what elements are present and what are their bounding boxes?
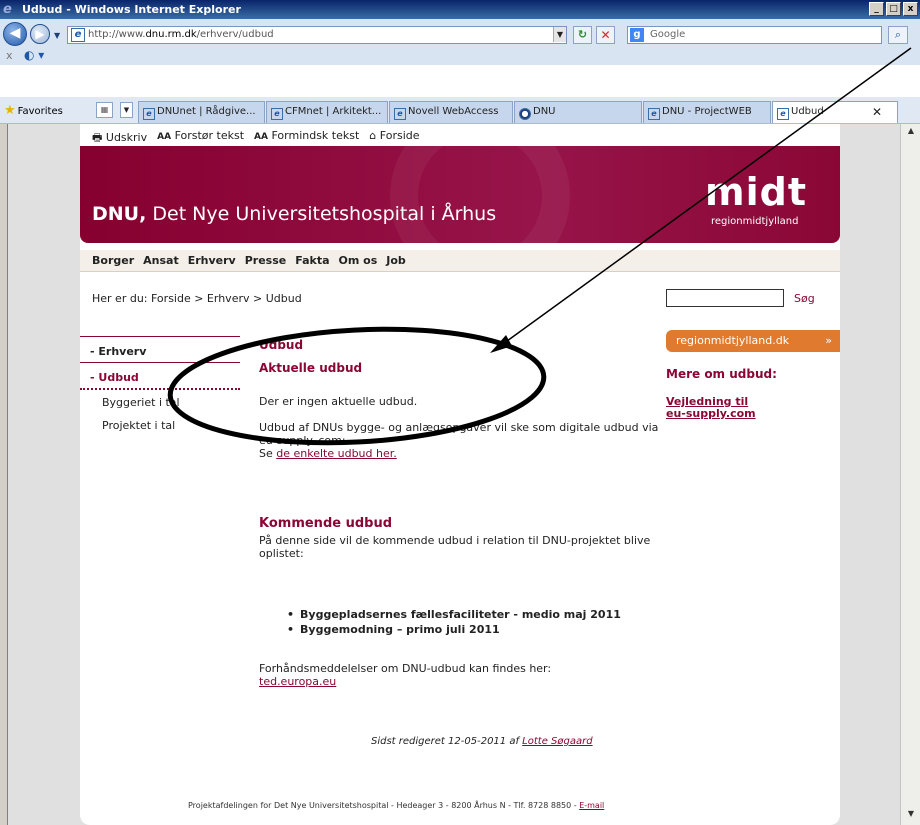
breadcrumb[interactable]: Her er du: Forside > Erhverv > Udbud bbox=[92, 292, 302, 305]
more-heading: Mere om udbud: bbox=[666, 367, 777, 381]
web-search-input[interactable]: g Google bbox=[627, 26, 882, 44]
footer: Projektafdelingen for Det Nye Universite… bbox=[188, 801, 605, 810]
refresh-button[interactable]: ↻ bbox=[573, 26, 592, 44]
email-link[interactable]: E-mail bbox=[579, 801, 604, 810]
see-line: Se de enkelte udbud her. bbox=[259, 447, 397, 460]
ie-tab-icon: e bbox=[143, 108, 155, 120]
eu-supply-text: Udbud af DNUs bygge- og anlægsopgaver vi… bbox=[259, 421, 659, 447]
no-current-text: Der er ingen aktuelle udbud. bbox=[259, 395, 418, 408]
region-logo-subtitle: regionmidtjylland bbox=[711, 216, 799, 227]
url-input[interactable]: e http://www.dnu.rm.dk/erhverv/udbud bbox=[67, 26, 567, 44]
site-banner: DNU, Det Nye Universitetshospital i Århu… bbox=[80, 146, 840, 243]
window-frame bbox=[0, 124, 8, 825]
ie-tab-icon: e bbox=[394, 108, 406, 120]
section-current: Aktuelle udbud bbox=[259, 361, 363, 375]
star-icon: ★ bbox=[4, 103, 16, 118]
ie-logo-icon: e bbox=[3, 2, 12, 17]
banner-decoration bbox=[390, 146, 570, 243]
addon-icon[interactable]: ◐ ▾ bbox=[24, 48, 44, 62]
url-domain: dnu.rm.dk bbox=[145, 29, 197, 40]
left-navigation: - Erhverv - Udbud Byggeriet i tal Projek… bbox=[80, 336, 240, 436]
region-dropdown[interactable]: regionmidtjylland.dk» bbox=[666, 330, 840, 352]
nav-job[interactable]: Job bbox=[386, 250, 406, 271]
url-dropdown-icon[interactable]: ▼ bbox=[553, 27, 566, 42]
scroll-down-icon[interactable]: ▼ bbox=[904, 809, 918, 823]
tenders-link[interactable]: de enkelte udbud her. bbox=[276, 447, 397, 460]
leftnav-udbud[interactable]: - Udbud bbox=[80, 362, 240, 390]
web-search-button[interactable]: ⌕ bbox=[888, 26, 908, 44]
site-search-button[interactable]: Søg bbox=[794, 292, 815, 305]
favorites-bar: ★ Favorites ▦ ▼ e DNUnet | Rådgive... e CFM… bbox=[0, 97, 920, 124]
title-bar: e Udbud - Windows Internet Explorer _ □ … bbox=[0, 0, 920, 19]
upcoming-list: Byggepladsernes fællesfaciliteter - medi… bbox=[287, 607, 659, 637]
section-upcoming: Kommende udbud bbox=[259, 516, 393, 531]
quick-tabs-icon[interactable]: ▦ bbox=[96, 102, 113, 118]
tab-cfmnet[interactable]: e CFMnet | Arkitekt... bbox=[266, 101, 388, 123]
ie-tab-icon: e bbox=[271, 108, 283, 120]
print-icon: 🖶 bbox=[92, 131, 103, 144]
close-window-button[interactable]: x bbox=[903, 2, 918, 16]
ie-tab-icon: e bbox=[648, 108, 660, 120]
main-navigation: Borger Ansat Erhverv Presse Fakta Om os … bbox=[80, 250, 840, 272]
upcoming-text: På denne side vil de kommende udbud i re… bbox=[259, 534, 651, 560]
close-toolbar-icon[interactable]: x bbox=[6, 49, 13, 62]
scroll-up-icon[interactable]: ▲ bbox=[904, 126, 918, 140]
command-row: x ◐ ▾ bbox=[0, 48, 920, 65]
dnu-tab-icon: ● bbox=[519, 108, 531, 120]
forward-button[interactable]: ▶ bbox=[30, 24, 50, 44]
window-controls: _ □ x bbox=[869, 2, 918, 16]
ted-link[interactable]: ted.europa.eu bbox=[259, 675, 336, 688]
web-page: 🖶 Udskriv AA Forstør tekst AA Formindsk … bbox=[80, 124, 840, 825]
url-path: /erhverv/udbud bbox=[196, 29, 274, 40]
leftnav-byggeriet[interactable]: Byggeriet i tal bbox=[80, 390, 240, 413]
google-icon: g bbox=[630, 28, 644, 42]
stop-button[interactable]: ✕ bbox=[596, 26, 615, 44]
prior-notice-text: Forhåndsmeddelelser om DNU-udbud kan fin… bbox=[259, 662, 552, 675]
maximize-button[interactable]: □ bbox=[886, 2, 901, 16]
nav-presse[interactable]: Presse bbox=[245, 250, 287, 271]
ie-tab-icon: e bbox=[777, 108, 789, 120]
nav-erhverv[interactable]: Erhverv bbox=[188, 250, 236, 271]
nav-fakta[interactable]: Fakta bbox=[295, 250, 329, 271]
region-logo[interactable]: midt bbox=[705, 172, 807, 212]
list-item: Byggemodning – primo juli 2011 bbox=[287, 622, 659, 637]
page-icon: e bbox=[71, 28, 85, 42]
site-title[interactable]: DNU, Det Nye Universitetshospital i Århu… bbox=[92, 203, 496, 225]
search-placeholder: Google bbox=[650, 29, 686, 40]
author-link[interactable]: Lotte Søgaard bbox=[522, 736, 592, 747]
window-title: Udbud - Windows Internet Explorer bbox=[22, 3, 241, 16]
ted-line: ted.europa.eu bbox=[259, 675, 659, 688]
tab-dnu[interactable]: ● DNU bbox=[514, 101, 642, 123]
favorites-button[interactable]: ★ Favorites bbox=[4, 103, 63, 118]
page-title: Udbud bbox=[259, 338, 304, 352]
last-edited: Sidst redigeret 12-05-2011 af Lotte Søga… bbox=[371, 736, 593, 747]
home-icon: ⌂ bbox=[369, 129, 377, 142]
leftnav-erhverv[interactable]: - Erhverv bbox=[80, 336, 240, 362]
tab-projectweb[interactable]: e DNU - ProjectWEB bbox=[643, 101, 771, 123]
close-tab-icon[interactable]: ✕ bbox=[872, 105, 882, 119]
browser-viewport: 🖶 Udskriv AA Forstør tekst AA Formindsk … bbox=[8, 124, 900, 825]
tab-dnunet[interactable]: e DNUnet | Rådgive... bbox=[138, 101, 265, 123]
address-bar: ◀ ▶ ▼ e http://www.dnu.rm.dk/erhverv/udb… bbox=[0, 19, 920, 65]
list-item: Byggepladsernes fællesfaciliteter - medi… bbox=[287, 607, 659, 622]
double-chevron-icon: » bbox=[825, 334, 832, 347]
main-content: Udbud Aktuelle udbud Der er ingen aktuel… bbox=[259, 336, 659, 688]
history-dropdown-icon[interactable]: ▼ bbox=[54, 31, 60, 40]
site-search-input[interactable] bbox=[666, 289, 784, 307]
nav-ansat[interactable]: Ansat bbox=[143, 250, 179, 271]
nav-borger[interactable]: Borger bbox=[92, 250, 134, 271]
vertical-scrollbar[interactable]: ▲ ▼ bbox=[900, 124, 920, 825]
guide-link[interactable]: Vejledning til eu-supply.com bbox=[666, 396, 756, 420]
url-prefix: http://www. bbox=[88, 29, 146, 40]
tab-list-icon[interactable]: ▼ bbox=[120, 102, 133, 118]
leftnav-projektet[interactable]: Projektet i tal bbox=[80, 413, 240, 436]
minimize-button[interactable]: _ bbox=[869, 2, 884, 16]
tab-novell[interactable]: e Novell WebAccess bbox=[389, 101, 513, 123]
nav-om-os[interactable]: Om os bbox=[339, 250, 378, 271]
back-button[interactable]: ◀ bbox=[3, 22, 27, 46]
